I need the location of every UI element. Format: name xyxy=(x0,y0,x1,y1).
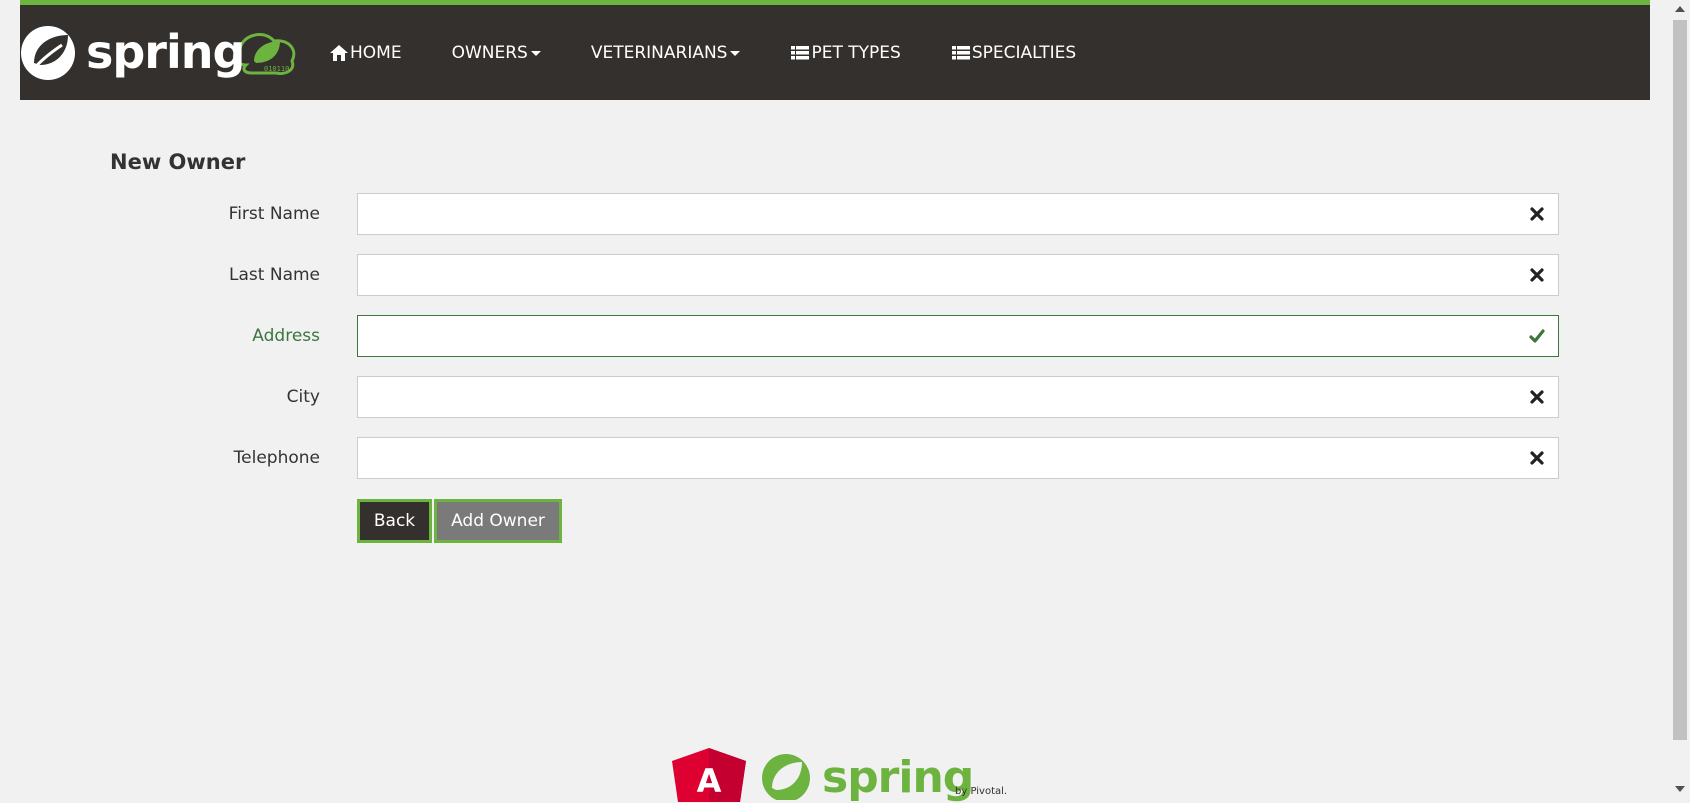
angular-logo: A xyxy=(672,748,746,802)
telephone-label: Telephone xyxy=(233,448,320,468)
address-input[interactable] xyxy=(357,315,1559,357)
vertical-scrollbar[interactable] xyxy=(1670,0,1690,798)
city-input[interactable] xyxy=(357,376,1559,418)
last-name-input[interactable] xyxy=(357,254,1559,296)
list-icon xyxy=(791,45,810,59)
scroll-up-icon[interactable] xyxy=(1675,6,1685,12)
remove-icon xyxy=(1530,390,1544,404)
logo-text: spring xyxy=(86,25,245,79)
add-owner-button[interactable]: Add Owner xyxy=(434,499,562,543)
nav-veterinarians[interactable]: Veterinarians xyxy=(591,43,741,63)
nav-pet-types-label: Pet Types xyxy=(811,42,901,63)
remove-icon xyxy=(1530,268,1544,282)
form-row-telephone: Telephone xyxy=(0,437,1600,479)
nav-owners-label: Owners xyxy=(451,42,528,63)
city-label: City xyxy=(286,387,320,407)
telephone-input[interactable] xyxy=(357,437,1559,479)
spring-logo[interactable]: 010110 spring xyxy=(20,19,310,83)
form-row-first-name: First Name xyxy=(0,193,1600,235)
first-name-label: First Name xyxy=(228,204,320,224)
footer-spring-text: spring xyxy=(822,752,974,803)
nav-veterinarians-label: Veterinarians xyxy=(590,42,728,63)
navbar: 010110 spring Home Owners Veterinarians … xyxy=(20,0,1650,100)
page-title: New Owner xyxy=(110,150,246,174)
caret-down-icon xyxy=(530,51,541,56)
svg-text:A: A xyxy=(697,762,722,800)
nav-specialties[interactable]: Specialties xyxy=(951,43,1076,63)
back-button[interactable]: Back xyxy=(357,499,432,543)
home-icon xyxy=(330,44,348,61)
address-label: Address xyxy=(252,326,320,346)
nav-home-label: Home xyxy=(350,42,402,63)
list-icon xyxy=(951,45,970,59)
form-row-last-name: Last Name xyxy=(0,254,1600,296)
check-icon xyxy=(1529,329,1545,343)
remove-icon xyxy=(1530,451,1544,465)
nav-pet-types[interactable]: Pet Types xyxy=(790,42,901,63)
caret-down-icon xyxy=(730,51,741,56)
footer-logos: A spring by Pivotal. xyxy=(672,748,1012,803)
form-row-address: Address xyxy=(0,315,1600,357)
form-row-city: City xyxy=(0,376,1600,418)
last-name-label: Last Name xyxy=(229,265,320,285)
scrollbar-thumb[interactable] xyxy=(1673,20,1687,740)
spring-leaf-icon xyxy=(762,754,810,800)
nav-owners[interactable]: Owners xyxy=(452,43,541,63)
remove-icon xyxy=(1530,207,1544,221)
nav-home[interactable]: Home xyxy=(329,43,402,63)
nav-menu: Home Owners Veterinarians Pet Types Spec xyxy=(329,5,1126,100)
svg-text:010110: 010110 xyxy=(264,65,289,73)
footer-pivotal-text: by Pivotal. xyxy=(955,786,1008,797)
scroll-down-icon[interactable] xyxy=(1675,786,1685,792)
nav-specialties-label: Specialties xyxy=(971,42,1077,63)
first-name-input[interactable] xyxy=(357,193,1559,235)
